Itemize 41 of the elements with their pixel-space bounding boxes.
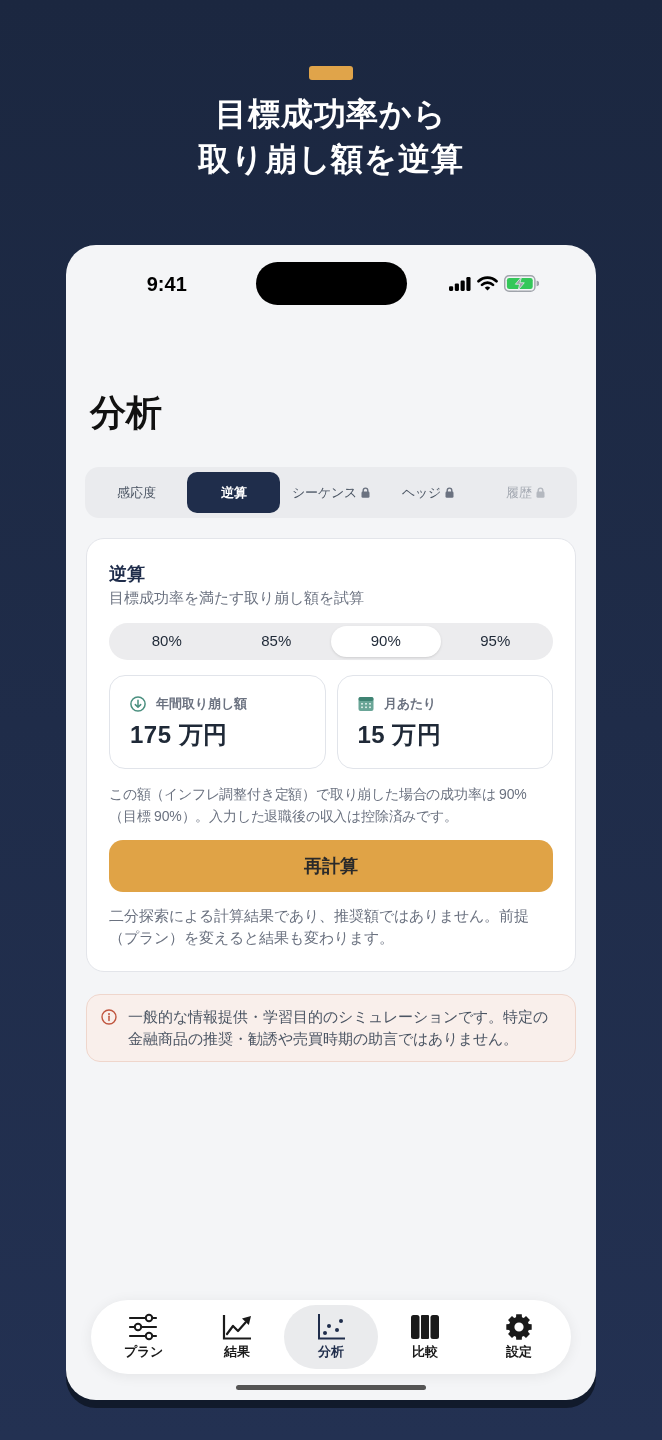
line-chart-icon [221, 1313, 253, 1341]
scatter-plot-icon [315, 1313, 347, 1341]
card-subtitle: 目標成功率を満たす取り崩し額を試算 [109, 589, 365, 608]
segment-tab[interactable]: 感応度 [90, 472, 184, 513]
status-time: 9:41 [145, 271, 187, 297]
segment-tab[interactable]: シーケンス [284, 472, 378, 513]
segment-tab[interactable]: 逆算 [187, 472, 281, 513]
metric-label: 月あたり [383, 695, 436, 714]
recalculate-button[interactable]: 再計算 [109, 840, 553, 892]
lock-icon [445, 487, 455, 498]
signal-icon [449, 276, 472, 291]
percent-option[interactable]: 90% [331, 626, 441, 657]
lock-icon [535, 487, 545, 498]
nav-tab[interactable]: 比較 [378, 1305, 472, 1369]
battery-charging-icon [504, 275, 540, 292]
metric-label: 年間取り崩し額 [156, 695, 247, 714]
card-title: 逆算 [109, 563, 146, 586]
settings-icon [503, 1313, 535, 1341]
percent-option[interactable]: 95% [440, 626, 550, 657]
arrow-down-circle-icon [130, 696, 146, 712]
page-title: 分析 [89, 393, 163, 433]
nav-tab[interactable]: プラン [96, 1305, 190, 1369]
info-icon [101, 1009, 117, 1025]
disclaimer-text: 一般的な情報提供・学習目的のシミュレーションです。特定の金融商品の推奨・勧誘や売買時期の助言ではありません。 [128, 1007, 549, 1049]
lock-icon [361, 487, 370, 498]
percent-option[interactable]: 80% [112, 626, 222, 657]
calculation-note: 二分探索による計算結果であり、推奨額ではありません。前提（プラン）を変えると結果も変わります。 [109, 906, 530, 948]
calendar-icon [357, 696, 374, 712]
nav-tab[interactable]: 設定 [472, 1305, 566, 1369]
result-description: この額（インフレ調整付き定額）で取り崩した場合の成功率は 90%（目標 90%）。入力した退職後の収入は控除済みです。 [109, 785, 528, 826]
headline: 目標成功率から 取り崩し額を逆算 [197, 95, 465, 179]
segment-tab[interactable]: ヘッジ [381, 472, 475, 513]
metric-value: 15 万円 [357, 720, 443, 750]
nav-tab[interactable]: 分析 [284, 1305, 378, 1369]
columns-icon [409, 1313, 441, 1341]
metric-value: 175 万円 [130, 720, 229, 750]
wifi-icon [477, 276, 499, 291]
sliders-icon [127, 1313, 159, 1341]
accent-bar [309, 66, 353, 80]
percent-option[interactable]: 85% [221, 626, 331, 657]
nav-tab[interactable]: 結果 [190, 1305, 284, 1369]
